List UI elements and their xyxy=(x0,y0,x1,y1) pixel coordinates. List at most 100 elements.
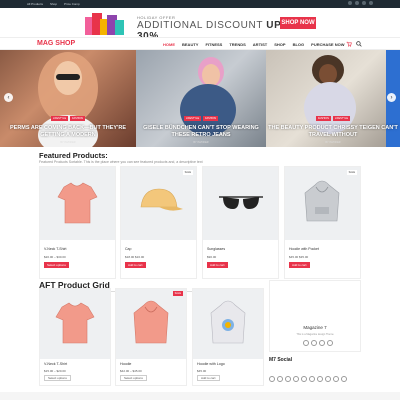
slide-3-tag-2[interactable]: LIFESTYLE xyxy=(332,116,351,121)
shop-now-button[interactable]: SHOP NOW xyxy=(280,17,316,29)
facebook-icon[interactable] xyxy=(348,1,352,5)
featured-card-2[interactable]: SALE Cap $18.00 $16.00 Add to cart xyxy=(120,166,197,279)
main-navbar: MAG SHOP HOME BEAUTY FITNESS TRENDS ARTI… xyxy=(0,37,400,50)
slide-1-tags: LIFESTYLE FASHION xyxy=(0,116,136,121)
grid-card-2[interactable]: SALE Hoodie $42.00 – $45.00 Select optio… xyxy=(115,288,187,386)
add-to-cart-button[interactable]: Add to cart xyxy=(197,375,220,381)
product-price: $42.00 – $45.00 xyxy=(120,369,142,373)
hoodie-with-logo-icon xyxy=(210,300,246,344)
slide-2-tag-1[interactable]: LIFESTYLE xyxy=(183,116,202,121)
nav-home[interactable]: HOME xyxy=(163,42,175,47)
facebook-icon[interactable] xyxy=(303,340,309,346)
slide-1-title[interactable]: PERMS ARE COMING BACK—BUT THEY'RE GETTIN… xyxy=(0,125,136,139)
slide-2-title[interactable]: GISELE BÜNDCHEN CAN'T STOP WEARING THESE… xyxy=(136,125,266,139)
promo-banner[interactable]: HOLIDAY OFFER ADDITIONAL DISCOUNT UPTO 3… xyxy=(83,9,317,42)
twitter-icon[interactable] xyxy=(311,340,317,346)
top-links: All Products Shop Price Comp xyxy=(27,0,80,8)
product-image[interactable] xyxy=(285,167,360,240)
top-bar: All Products Shop Price Comp xyxy=(0,0,400,8)
hero-slider[interactable]: LIFESTYLE FASHION PERMS ARE COMING BACK—… xyxy=(0,50,400,147)
instagram-icon[interactable] xyxy=(293,376,299,382)
product-image[interactable] xyxy=(40,167,115,240)
product-name[interactable]: Hoodie xyxy=(120,362,131,366)
top-link-all-products[interactable]: All Products xyxy=(27,2,43,6)
featured-card-3[interactable]: Sunglasses $90.00 Add to cart xyxy=(202,166,279,279)
product-price: $18.00 $16.00 xyxy=(125,255,145,259)
featured-title: Featured Products: xyxy=(39,151,108,160)
hoodie-icon xyxy=(133,300,169,344)
product-price: $45.00 xyxy=(197,369,207,373)
product-name[interactable]: V-Neck T-Shirt xyxy=(44,247,67,251)
product-name[interactable]: V-Neck T-Shirt xyxy=(44,362,67,366)
slide-1[interactable]: LIFESTYLE FASHION PERMS ARE COMING BACK—… xyxy=(0,50,136,147)
product-image[interactable] xyxy=(121,167,196,240)
sale-badge: SALE xyxy=(172,291,183,296)
grid-card-3[interactable]: Hoodie with Logo $45.00 Add to cart xyxy=(192,288,264,386)
select-options-button[interactable]: Select options xyxy=(120,375,147,381)
add-to-cart-button[interactable]: Add to cart xyxy=(207,262,228,268)
nav-blog[interactable]: BLOG xyxy=(293,42,305,47)
slide-1-tag-2[interactable]: FASHION xyxy=(70,116,86,121)
pinterest-icon[interactable] xyxy=(309,376,315,382)
discount-label: ADDITIONAL DISCOUNT xyxy=(137,20,263,31)
add-to-cart-button[interactable]: Add to cart xyxy=(125,262,146,268)
slide-2-tag-2[interactable]: FASHION xyxy=(203,116,219,121)
nav-shop[interactable]: SHOP xyxy=(274,42,285,47)
facebook-icon[interactable] xyxy=(269,376,275,382)
slide-1-tag-1[interactable]: LIFESTYLE xyxy=(50,116,69,121)
tumblr-icon[interactable] xyxy=(333,376,339,382)
reddit-icon[interactable] xyxy=(325,376,331,382)
product-image[interactable] xyxy=(203,167,278,240)
cart-icon[interactable] xyxy=(346,41,352,47)
top-link-price-comp[interactable]: Price Comp xyxy=(64,2,80,6)
product-price: $15.00 – $20.00 xyxy=(44,369,66,373)
twitter-icon[interactable] xyxy=(355,1,359,5)
youtube-icon[interactable] xyxy=(369,1,373,5)
nav-purchase-now[interactable]: PURCHASE NOW xyxy=(311,42,344,47)
google-plus-icon[interactable] xyxy=(341,376,347,382)
featured-card-4[interactable]: SALE Hoodie with Pocket $45.00 $35.00 Ad… xyxy=(284,166,361,279)
product-name[interactable]: Hoodie with Pocket xyxy=(289,247,319,251)
product-name[interactable]: Sunglasses xyxy=(207,247,225,251)
nav-fitness[interactable]: FITNESS xyxy=(205,42,222,47)
instagram-icon[interactable] xyxy=(362,1,366,5)
nav-beauty[interactable]: BEAUTY xyxy=(182,42,198,47)
m7-social-title: M7 Social xyxy=(269,357,293,363)
product-image[interactable] xyxy=(193,289,263,359)
slide-3[interactable]: FASHION LIFESTYLE THE BEAUTY PRODUCT CHR… xyxy=(266,50,400,147)
slide-2[interactable]: LIFESTYLE FASHION GISELE BÜNDCHEN CAN'T … xyxy=(136,50,266,147)
product-name[interactable]: Hoodie with Logo xyxy=(197,362,225,366)
magazine-widget: Magazine 7 This is a Magazine design The… xyxy=(269,280,361,352)
magazine-social-icons xyxy=(303,340,333,346)
slider-next-arrow[interactable]: › xyxy=(387,93,396,102)
site-logo[interactable]: MAG SHOP xyxy=(37,40,75,47)
next-row-preview xyxy=(0,392,400,400)
youtube-icon[interactable] xyxy=(319,340,325,346)
slide-3-tags: FASHION LIFESTYLE xyxy=(266,116,400,121)
add-to-cart-button[interactable]: Add to cart xyxy=(289,262,310,268)
featured-card-1[interactable]: V-Neck T-Shirt $20.00 – $30.00 Select op… xyxy=(39,166,116,279)
grid-card-1[interactable]: V-Neck T-Shirt $15.00 – $20.00 Select op… xyxy=(39,288,111,386)
search-icon[interactable] xyxy=(356,41,362,47)
slide-3-tag-1[interactable]: FASHION xyxy=(315,116,331,121)
slide-3-meta: BY INVOKER xyxy=(325,141,341,144)
slider-prev-arrow[interactable]: ‹ xyxy=(4,93,13,102)
product-price: $90.00 xyxy=(207,255,217,259)
nav-artist[interactable]: ARTIST xyxy=(253,42,267,47)
slide-3-title[interactable]: THE BEAUTY PRODUCT CHRISSY TEIGEN CAN'T … xyxy=(266,125,400,139)
product-image[interactable] xyxy=(116,289,186,359)
tshirt-icon xyxy=(57,182,98,224)
product-image[interactable] xyxy=(40,289,110,359)
twitter-icon[interactable] xyxy=(277,376,283,382)
select-options-button[interactable]: Select options xyxy=(44,262,69,268)
vimeo-icon[interactable] xyxy=(317,376,323,382)
slide-2-tags: LIFESTYLE FASHION xyxy=(136,116,266,121)
nav-trends[interactable]: TRENDS xyxy=(229,42,245,47)
product-name[interactable]: Cap xyxy=(125,247,131,251)
youtube-icon[interactable] xyxy=(285,376,291,382)
cap-icon xyxy=(140,188,183,211)
top-link-shop[interactable]: Shop xyxy=(50,2,57,6)
linkedin-icon[interactable] xyxy=(301,376,307,382)
select-options-button[interactable]: Select options xyxy=(44,375,71,381)
instagram-icon[interactable] xyxy=(327,340,333,346)
